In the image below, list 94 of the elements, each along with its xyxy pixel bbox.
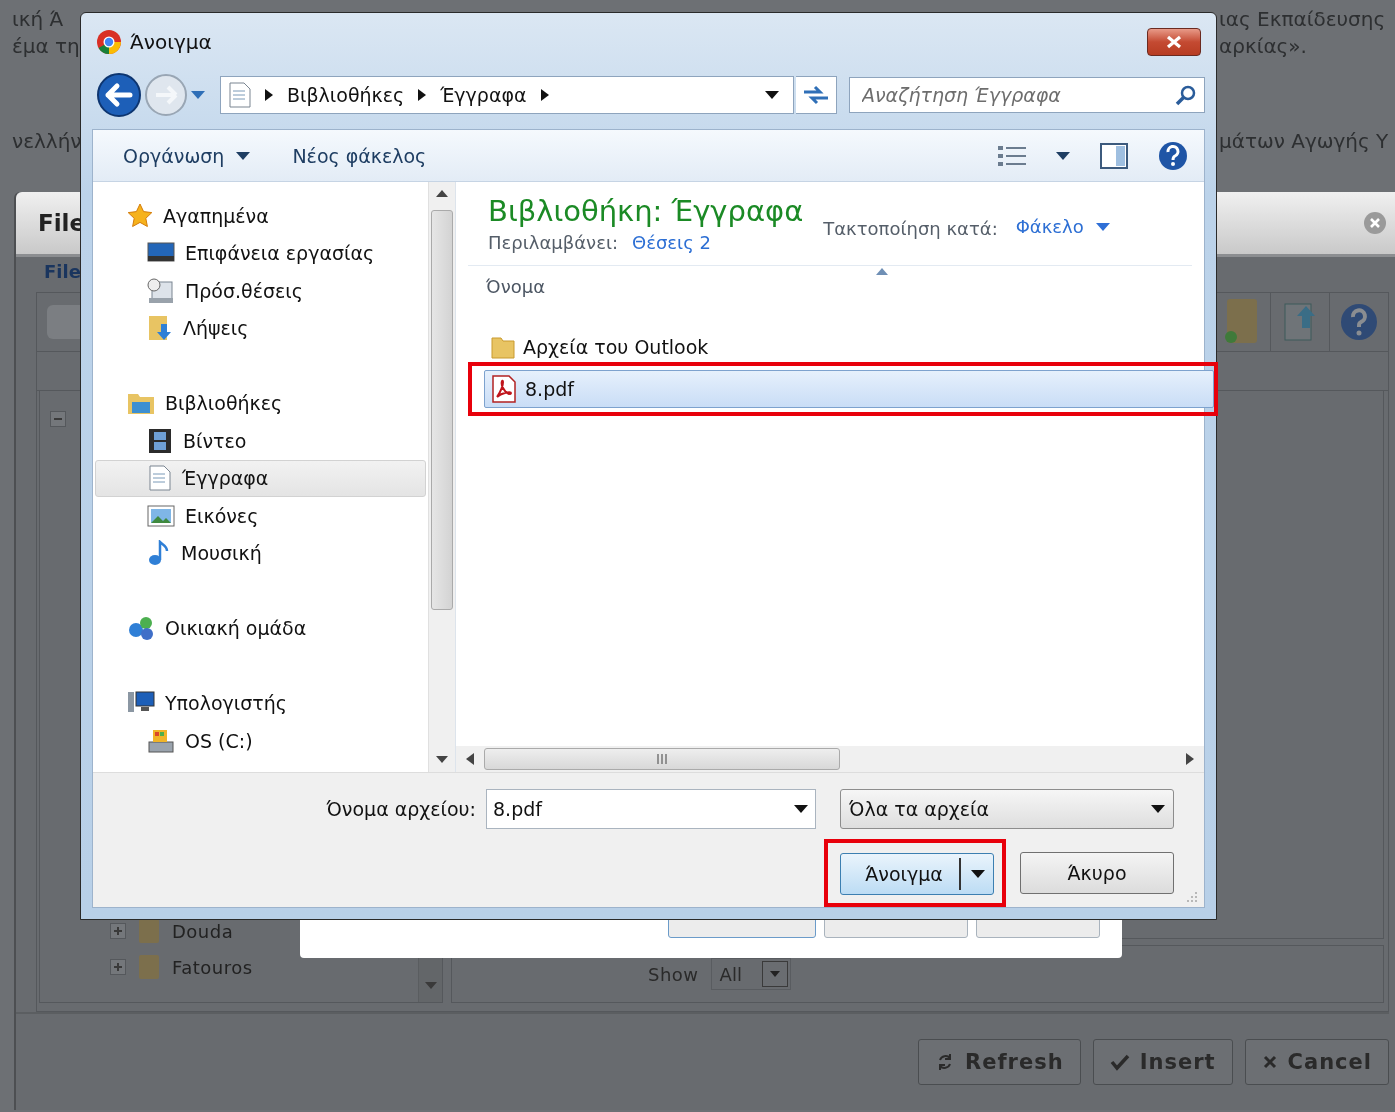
download-folder-icon <box>147 314 173 343</box>
page-text: έμα τη <box>12 33 81 60</box>
pdf-file-icon <box>491 375 517 403</box>
nav-item[interactable]: Βιβλιοθήκες <box>95 384 426 422</box>
resize-grip-icon[interactable] <box>1186 891 1198 903</box>
section-legend: File <box>44 261 81 282</box>
column-header[interactable]: Όνομα <box>486 275 545 297</box>
close-icon <box>1165 35 1183 49</box>
filename-field[interactable]: 8.pdf <box>486 789 816 829</box>
scroll-left-icon[interactable] <box>466 753 474 765</box>
search-icon <box>1175 84 1197 106</box>
page-text: αρκίας». <box>1219 33 1308 60</box>
file-type-dropdown[interactable]: Όλα τα αρχεία <box>840 789 1174 829</box>
star-icon <box>127 202 153 229</box>
caret-icon <box>236 151 251 160</box>
show-label: Show <box>648 963 699 985</box>
scrollbar[interactable] <box>456 746 1204 772</box>
nav-item[interactable]: OS (C:) <box>95 722 426 760</box>
chevron-right-icon[interactable] <box>418 89 427 101</box>
nav-item[interactable]: Έγγραφα <box>95 459 426 497</box>
library-title: Βιβλιοθήκη: Έγγραφα <box>488 194 804 228</box>
upload-document-icon <box>1282 300 1318 344</box>
dropdown-arrow-icon <box>1151 805 1165 813</box>
cancel-button[interactable]: Άκυρο <box>1020 852 1174 894</box>
drive-icon <box>147 727 175 754</box>
expand-icon[interactable] <box>110 959 126 975</box>
nav-item[interactable]: Βίντεο <box>95 422 426 460</box>
history-caret-icon[interactable] <box>190 90 206 100</box>
filename-label: Όνομα αρχείου: <box>326 798 476 820</box>
page-text: νελλήν <box>12 128 82 155</box>
nav-item[interactable]: Εικόνες <box>95 497 426 535</box>
folder-icon <box>138 918 160 944</box>
folder-icon <box>491 335 515 359</box>
chevron-right-icon[interactable] <box>265 89 273 101</box>
page-text: μάτων Αγωγής Υ <box>1219 128 1389 155</box>
nav-item[interactable]: Υπολογιστής <box>95 684 426 722</box>
back-icon[interactable] <box>96 72 142 118</box>
music-note-icon <box>147 540 171 567</box>
refresh-icon <box>802 84 830 106</box>
chevron-right-icon[interactable] <box>540 89 549 101</box>
dropdown-arrow-icon[interactable] <box>765 91 779 99</box>
caret-icon[interactable] <box>1056 151 1070 160</box>
browser-logo-icon <box>96 29 122 55</box>
scrollbar-thumb[interactable] <box>484 748 840 770</box>
scrollbar[interactable] <box>428 182 455 772</box>
preview-pane-icon[interactable] <box>1100 142 1128 169</box>
file-row[interactable]: 8.pdf <box>484 370 1214 408</box>
caret-icon <box>1095 222 1110 231</box>
nav-item[interactable]: Αγαπημένα <box>95 197 426 235</box>
network-icon <box>127 615 155 642</box>
close-icon <box>1261 1054 1278 1070</box>
breadcrumb-item[interactable]: Έγγραφα <box>440 84 527 106</box>
film-icon <box>147 427 173 454</box>
includes-label: Περιλαμβάνει: <box>488 232 619 253</box>
document-icon <box>229 82 251 108</box>
scroll-right-icon[interactable] <box>1186 753 1194 765</box>
nav-item[interactable]: Μουσική <box>95 534 426 572</box>
locations-link[interactable]: Θέσεις 2 <box>632 232 711 253</box>
grip-icon <box>656 754 668 764</box>
arrange-dropdown[interactable]: Φάκελο <box>1015 216 1110 237</box>
expand-icon[interactable] <box>110 923 126 939</box>
help-icon <box>1339 302 1379 342</box>
scrollbar-thumb[interactable] <box>431 210 453 610</box>
open-button[interactable]: Άνοιγμα <box>840 853 994 895</box>
toolbar-button[interactable]: Οργάνωση <box>113 140 261 171</box>
collapse-icon[interactable] <box>50 411 66 427</box>
document-icon <box>148 465 172 492</box>
nav-item[interactable]: Πρόσ.θέσεις <box>95 272 426 310</box>
folder-icon <box>138 954 160 980</box>
page-text: ική Ά <box>12 6 65 33</box>
page-text: ιας Εκπαίδευσης <box>1219 6 1387 33</box>
dropdown-arrow-icon <box>971 870 985 878</box>
view-list-icon[interactable] <box>998 144 1026 167</box>
picture-icon <box>147 503 175 528</box>
file-row[interactable]: Αρχεία του Outlook <box>484 328 1214 366</box>
scroll-up-icon[interactable] <box>436 190 448 198</box>
scroll-down-icon[interactable] <box>436 756 448 764</box>
nav-item[interactable]: Επιφάνεια εργασίας <box>95 234 426 272</box>
dropdown-arrow-icon <box>794 805 808 813</box>
help-icon[interactable] <box>1158 140 1188 171</box>
address-bar[interactable]: Βιβλιοθήκες Έγγραφα <box>220 76 794 114</box>
toolbar-button[interactable]: Νέος φάκελος <box>282 140 437 171</box>
folder-icon <box>127 391 155 416</box>
breadcrumb-item[interactable]: Βιβλιοθήκες <box>287 84 405 106</box>
recent-places-icon <box>147 277 175 304</box>
nav-item[interactable]: Λήψεις <box>95 309 426 347</box>
arrange-label: Τακτοποίηση κατά: <box>823 218 998 239</box>
close-button[interactable] <box>1147 28 1201 56</box>
sort-caret-icon <box>876 268 888 275</box>
close-icon[interactable] <box>1363 211 1387 235</box>
refresh-button[interactable] <box>796 76 837 114</box>
window-title: Άνοιγμα <box>130 30 212 54</box>
nav-item[interactable]: Οικιακή ομάδα <box>95 609 426 647</box>
checkmark-icon <box>1109 1052 1130 1072</box>
